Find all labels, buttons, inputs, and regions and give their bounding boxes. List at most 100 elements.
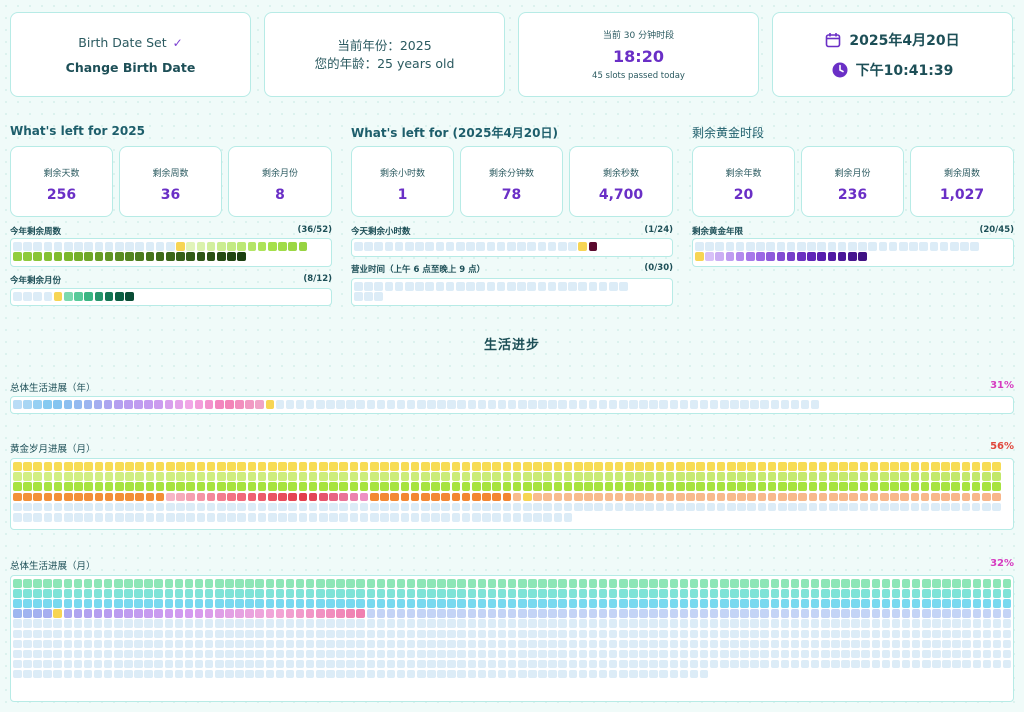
life-month-cell bbox=[33, 669, 42, 679]
life-month-cell bbox=[538, 609, 547, 618]
life-month-cell bbox=[406, 629, 416, 639]
life-month-cell bbox=[225, 619, 234, 628]
life-month-cell bbox=[639, 619, 648, 628]
golden-month-cell bbox=[533, 472, 542, 481]
golden-month-cell bbox=[74, 472, 83, 481]
life-month-cell bbox=[528, 619, 537, 628]
week-cell bbox=[217, 242, 226, 251]
life-month-cell bbox=[831, 589, 840, 598]
life-month-cell bbox=[861, 589, 870, 598]
life-month-cell bbox=[346, 589, 355, 598]
life-month-cell bbox=[53, 639, 62, 649]
golden-month-cell bbox=[84, 482, 93, 491]
life-month-cell bbox=[750, 649, 759, 659]
golden-month-cell bbox=[798, 472, 807, 481]
golden-month-cell bbox=[553, 492, 563, 502]
golden-month-cell bbox=[665, 462, 675, 471]
check-icon: ✓ bbox=[172, 36, 183, 50]
life-month-cell bbox=[780, 629, 790, 639]
life-month-cell bbox=[447, 619, 456, 628]
life-month-cell bbox=[13, 609, 22, 618]
life-month-cell bbox=[396, 619, 406, 628]
golden-month-cell bbox=[706, 502, 716, 512]
golden-month-cell bbox=[706, 472, 716, 481]
life-month-cell bbox=[174, 639, 184, 649]
golden-month-cell bbox=[166, 462, 175, 471]
life-year-cell bbox=[235, 400, 244, 409]
life-month-cell bbox=[285, 659, 295, 669]
life-month-cell bbox=[851, 589, 860, 598]
week-cell bbox=[288, 242, 297, 251]
life-month-cell bbox=[103, 589, 113, 598]
golden-month-cell bbox=[482, 482, 491, 491]
life-month-cell bbox=[265, 579, 275, 588]
month-cell bbox=[104, 292, 114, 301]
week-cell bbox=[33, 242, 42, 251]
golden-month-cell bbox=[288, 502, 297, 512]
golden-month-cell bbox=[441, 472, 450, 481]
life-month-cell bbox=[689, 619, 699, 628]
life-month-cell bbox=[406, 649, 416, 659]
golden-year-cell bbox=[858, 242, 867, 251]
week-cell bbox=[13, 252, 22, 261]
golden-month-cell bbox=[614, 462, 624, 471]
golden-month-cell bbox=[818, 492, 828, 502]
golden-month-cell bbox=[676, 492, 685, 502]
life-month-cell bbox=[215, 649, 224, 659]
business-slot-cell bbox=[384, 282, 394, 291]
golden-month-cell bbox=[900, 492, 909, 502]
golden-month-cell bbox=[288, 472, 297, 481]
business-slot-cell bbox=[354, 292, 363, 301]
golden-month-cell bbox=[359, 472, 369, 481]
life-month-cell bbox=[23, 649, 32, 659]
life-month-cell bbox=[679, 649, 689, 659]
life-month-cell bbox=[437, 659, 446, 669]
golden-month-cell bbox=[339, 502, 348, 512]
life-month-cell bbox=[780, 619, 790, 628]
stat-label: 剩余天数 bbox=[43, 169, 80, 179]
week-cell bbox=[43, 252, 53, 261]
life-month-cell bbox=[841, 609, 850, 618]
golden-month-cell bbox=[125, 462, 134, 471]
golden-month-cell bbox=[482, 462, 491, 471]
golden-month-cell bbox=[268, 492, 277, 502]
life-month-cell bbox=[679, 579, 689, 588]
life-month-cell bbox=[406, 609, 416, 618]
golden-month-cell bbox=[472, 472, 481, 481]
golden-section-title: 剩余黄金时段 bbox=[692, 126, 765, 140]
life-month-cell bbox=[982, 599, 992, 608]
life-month-cell bbox=[366, 619, 376, 628]
life-month-cell bbox=[255, 649, 264, 659]
life-month-cell bbox=[507, 599, 517, 608]
golden-month-cell bbox=[553, 482, 563, 491]
life-month-cell bbox=[750, 629, 759, 639]
life-month-cell bbox=[23, 659, 32, 669]
golden-month-cell bbox=[553, 462, 563, 471]
life-month-cell bbox=[841, 579, 850, 588]
life-month-cell bbox=[103, 649, 113, 659]
life-month-cell bbox=[255, 639, 264, 649]
life-month-cell bbox=[881, 589, 891, 598]
life-month-cell bbox=[63, 639, 73, 649]
business-slot-cell bbox=[547, 282, 557, 291]
change-birth-date-button[interactable]: Change Birth Date bbox=[66, 60, 196, 75]
life-month-cell bbox=[720, 659, 729, 669]
golden-month-cell bbox=[706, 482, 716, 491]
golden-month-cell bbox=[370, 513, 379, 522]
golden-month-cell bbox=[451, 502, 461, 512]
time-slot-title: 当前 30 分钟时段 bbox=[602, 31, 675, 41]
golden-month-cell bbox=[553, 472, 563, 481]
life-month-cell bbox=[810, 639, 820, 649]
golden-month-cell bbox=[410, 472, 420, 481]
life-month-cell bbox=[588, 589, 598, 598]
golden-month-cell bbox=[370, 502, 379, 512]
life-month-cell bbox=[821, 589, 830, 598]
golden-month-cell bbox=[563, 462, 573, 471]
life-month-cell bbox=[295, 629, 305, 639]
golden-month-cell bbox=[798, 502, 807, 512]
golden-month-cell bbox=[421, 502, 430, 512]
life-month-cell bbox=[881, 659, 891, 669]
golden-month-cell bbox=[339, 482, 348, 491]
life-month-cell bbox=[295, 649, 305, 659]
life-month-cell bbox=[114, 579, 123, 588]
